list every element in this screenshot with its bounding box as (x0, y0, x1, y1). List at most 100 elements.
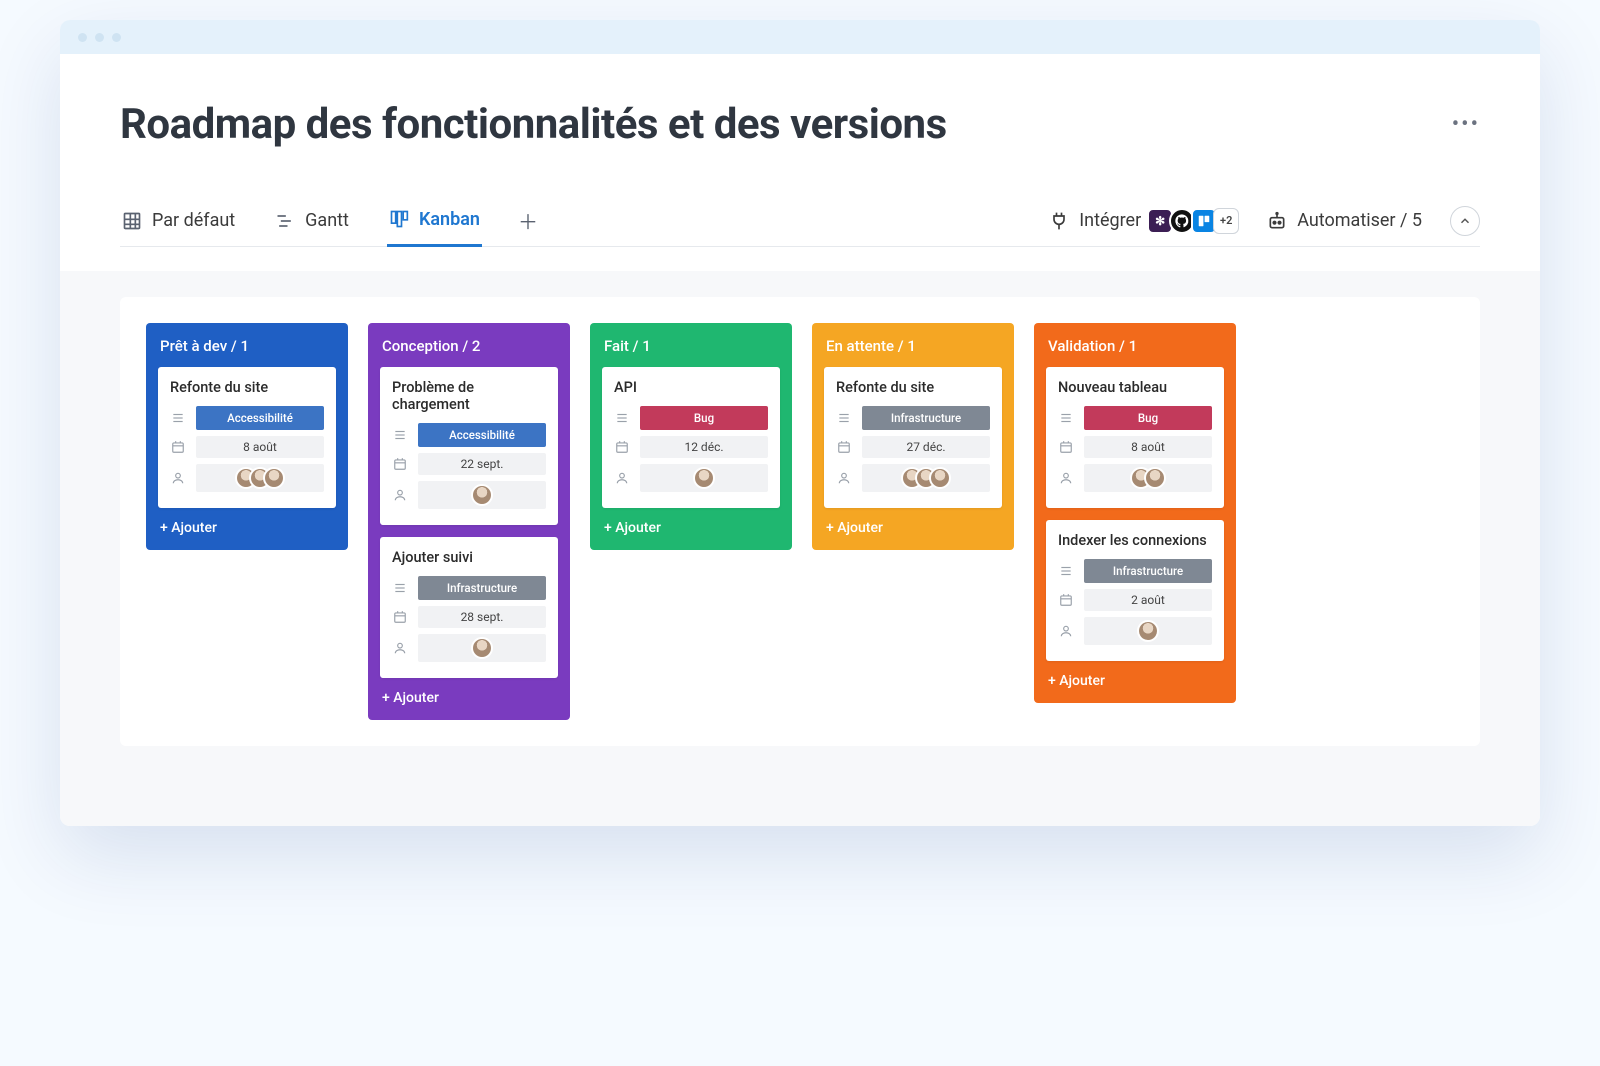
avatar (1137, 620, 1159, 642)
kanban-card[interactable]: Refonte du site Infrastructure 27 déc. (824, 367, 1002, 508)
integration-stack: ✻ +2 (1151, 208, 1239, 234)
row-icon (836, 471, 852, 485)
automate-label: Automatiser / 5 (1297, 210, 1422, 231)
page-header: Roadmap des fonctionnalités et des versi… (120, 100, 1480, 149)
card-title: Indexer les connexions (1058, 532, 1212, 549)
card-date: 2 août (1084, 589, 1212, 611)
avatar (693, 467, 715, 489)
card-title: Refonte du site (170, 379, 324, 396)
row-icon (1058, 440, 1074, 454)
row-icon (836, 440, 852, 454)
card-assignees (196, 464, 324, 492)
kanban-column: Validation / 1Nouveau tableauBug8 aoûtIn… (1034, 323, 1236, 703)
avatar (471, 484, 493, 506)
column-title: Validation / 1 (1046, 337, 1224, 355)
row-icon (170, 411, 186, 425)
card-tag: Infrastructure (418, 576, 546, 600)
card-assignees (1084, 617, 1212, 645)
kanban-column: Fait / 1 API Bug 12 déc. + Ajouter (590, 323, 792, 550)
card-title: API (614, 379, 768, 396)
card-assignees (640, 464, 768, 492)
kanban-card[interactable]: Nouveau tableauBug8 août (1046, 367, 1224, 508)
view-tab-kanban[interactable]: Kanban (387, 195, 482, 247)
automate-button[interactable]: Automatiser / 5 (1267, 210, 1422, 231)
card-tag: Accessibilité (418, 423, 546, 447)
plug-icon (1049, 211, 1069, 231)
kanban-card[interactable]: Indexer les connexions Infrastructure 2 ao… (1046, 520, 1224, 661)
integration-more-count[interactable]: +2 (1213, 208, 1239, 234)
card-date: 22 sept. (418, 453, 546, 475)
row-icon (392, 641, 408, 655)
add-card-button[interactable]: + Ajouter (158, 520, 336, 536)
traffic-light-dot (78, 33, 87, 42)
row-icon (392, 428, 408, 442)
card-title: Ajouter suivi (392, 549, 546, 566)
toolbar: Par défaut Gantt (120, 195, 1480, 247)
add-card-button[interactable]: + Ajouter (602, 520, 780, 536)
page: Roadmap des fonctionnalités et des versi… (60, 54, 1540, 826)
add-view-button[interactable]: ＋ (518, 206, 538, 235)
kanban-icon (389, 209, 409, 229)
avatar (929, 467, 951, 489)
view-tab-label: Kanban (419, 209, 480, 230)
row-icon (392, 457, 408, 471)
add-card-button[interactable]: + Ajouter (824, 520, 1002, 536)
card-assignees (418, 634, 546, 662)
board-area: Prêt à dev / 1 Refonte du site Accessibili… (60, 271, 1540, 826)
view-tab-default[interactable]: Par défaut (120, 195, 237, 247)
card-tag: Infrastructure (1084, 559, 1212, 583)
row-icon (392, 488, 408, 502)
column-title: Prêt à dev / 1 (158, 337, 336, 355)
card-title: Problème de chargement (392, 379, 546, 413)
row-icon (1058, 411, 1074, 425)
integrate-button[interactable]: Intégrer ✻ +2 (1049, 208, 1239, 234)
card-date: 8 août (1084, 436, 1212, 458)
row-icon (614, 440, 630, 454)
column-title: Conception / 2 (380, 337, 558, 355)
kanban-board: Prêt à dev / 1 Refonte du site Accessibili… (120, 297, 1480, 746)
card-assignees (1084, 464, 1212, 492)
traffic-light-dot (112, 33, 121, 42)
kanban-card[interactable]: API Bug 12 déc. (602, 367, 780, 508)
collapse-toolbar-button[interactable] (1450, 206, 1480, 236)
browser-frame: Roadmap des fonctionnalités et des versi… (60, 20, 1540, 826)
card-title: Refonte du site (836, 379, 990, 396)
robot-icon (1267, 211, 1287, 231)
column-title: Fait / 1 (602, 337, 780, 355)
card-tag: Bug (640, 406, 768, 430)
card-date: 27 déc. (862, 436, 990, 458)
toolbar-right: Intégrer ✻ +2 (1049, 206, 1480, 236)
row-icon (1058, 593, 1074, 607)
more-menu-button[interactable]: ••• (1452, 112, 1480, 137)
view-tab-label: Par défaut (152, 210, 235, 231)
avatar (1144, 467, 1166, 489)
column-title: En attente / 1 (824, 337, 1002, 355)
view-tab-label: Gantt (305, 210, 349, 231)
avatar (471, 637, 493, 659)
card-tag: Accessibilité (196, 406, 324, 430)
kanban-card[interactable]: Problème de chargement Accessibilité 22 se… (380, 367, 558, 525)
window-titlebar (60, 20, 1540, 54)
view-tabs: Par défaut Gantt (120, 195, 538, 247)
gantt-icon (275, 211, 295, 231)
row-icon (836, 411, 852, 425)
view-tab-gantt[interactable]: Gantt (273, 195, 351, 247)
add-card-button[interactable]: + Ajouter (380, 690, 558, 706)
page-title: Roadmap des fonctionnalités et des versi… (120, 100, 947, 149)
traffic-light-dot (95, 33, 104, 42)
card-date: 8 août (196, 436, 324, 458)
row-icon (1058, 624, 1074, 638)
integrate-label: Intégrer (1079, 210, 1141, 231)
card-title: Nouveau tableau (1058, 379, 1212, 396)
kanban-card[interactable]: Ajouter suiviInfrastructure28 sept. (380, 537, 558, 678)
add-card-button[interactable]: + Ajouter (1046, 673, 1224, 689)
card-date: 12 déc. (640, 436, 768, 458)
row-icon (170, 471, 186, 485)
kanban-column: En attente / 1 Refonte du site Infrastruct… (812, 323, 1014, 550)
kanban-column: Prêt à dev / 1 Refonte du site Accessibili… (146, 323, 348, 550)
card-tag: Infrastructure (862, 406, 990, 430)
kanban-card[interactable]: Refonte du site Accessibilité 8 août (158, 367, 336, 508)
row-icon (1058, 471, 1074, 485)
row-icon (392, 610, 408, 624)
row-icon (1058, 564, 1074, 578)
